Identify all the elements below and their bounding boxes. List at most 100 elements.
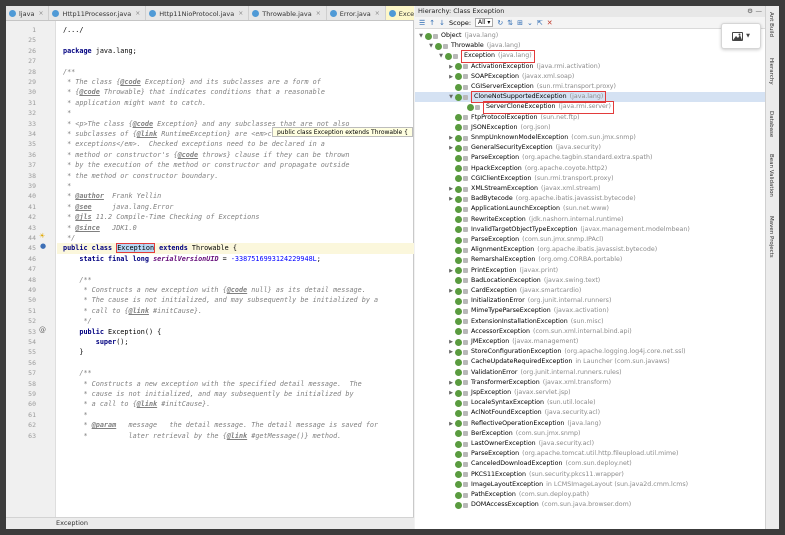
tree-node[interactable]: AlignmentException (org.apache.ibatis.jav… (447, 245, 657, 255)
tree-node[interactable]: ▼ Exception (java.lang) (437, 50, 535, 63)
code-editor[interactable]: ljava × Http11Processor.java × Http11NioProt… (6, 6, 414, 529)
tree-node[interactable]: ParseException (org.apache.tomcat.util.ht… (447, 449, 678, 459)
tree-node[interactable]: LocaleSyntaxException (sun.util.locale) (447, 398, 596, 408)
chevron-right-icon[interactable]: ▶ (447, 62, 455, 72)
side-tab-ant-build[interactable]: Ant Build (768, 12, 774, 37)
chevron-down-icon[interactable]: ▼ (417, 31, 425, 41)
tree-node[interactable]: ▼ Object (java.lang) (417, 31, 498, 41)
chevron-right-icon[interactable]: ▶ (447, 286, 455, 296)
tree-node[interactable]: MimeTypeParseException (javax.activation) (447, 306, 609, 316)
chevron-right-icon[interactable]: ▶ (447, 347, 455, 357)
chevron-right-icon[interactable]: ▶ (447, 378, 455, 388)
tree-node[interactable]: ▶ XMLStreamException (javax.xml.stream) (447, 184, 601, 194)
tree-node[interactable]: ▶ ActivationException (java.rmi.activation… (447, 62, 600, 72)
tree-node[interactable]: ▶ CardException (javax.smartcardio) (447, 286, 581, 296)
tree-node[interactable]: InvalidTargetObjectTypeException (javax.m… (447, 225, 690, 235)
chevron-right-icon[interactable]: ▶ (447, 266, 455, 276)
tree-node[interactable]: ▶ SnmpUnknownModelException (com.sun.jmx.s… (447, 133, 636, 143)
tree-node[interactable]: RemarshalException (org.omg.CORBA.portabl… (447, 255, 622, 265)
chevron-right-icon[interactable]: ▶ (447, 184, 455, 194)
chevron-right-icon[interactable]: ▶ (447, 143, 455, 153)
hierarchy-tree[interactable]: ▼ Object (java.lang) ▼ Throwable (java.lang) ▼… (415, 30, 765, 529)
tree-node[interactable]: BadLocationException (javax.swing.text) (447, 276, 600, 286)
annotation-marker-icon[interactable]: @ (39, 326, 46, 334)
side-tab-database[interactable]: Database (768, 111, 774, 137)
tree-node[interactable]: ▶ GeneralSecurityException (java.security) (447, 143, 601, 153)
close-tab-icon[interactable]: × (316, 10, 321, 17)
subtypes-icon[interactable]: ↓ (439, 19, 445, 27)
tree-node[interactable]: LastOwnerException (java.security.acl) (447, 439, 594, 449)
chevron-right-icon[interactable]: ▶ (447, 133, 455, 143)
tree-node[interactable]: AclNotFoundException (java.security.acl) (447, 408, 600, 418)
tree-node[interactable]: PKCS11Exception (sun.security.pkcs11.wrap… (447, 470, 624, 480)
close-tab-icon[interactable]: × (238, 10, 243, 17)
tree-node[interactable]: HpackException (org.apache.coyote.http2) (447, 164, 607, 174)
tree-node[interactable]: ImageLayoutException in LCMSImageLayout (… (447, 480, 688, 490)
chevron-right-icon[interactable]: ▶ (447, 72, 455, 82)
code-area[interactable]: /.../ package java.lang; /** * The class {… (57, 21, 414, 517)
tree-node[interactable]: ServerCloneException (java.rmi.server) (459, 101, 614, 114)
chevron-right-icon[interactable]: ▶ (447, 419, 455, 429)
tab-5[interactable]: Exception.java× (385, 6, 414, 20)
tree-node[interactable]: ▶ BadBytecode (org.apache.ibatis.javassist… (447, 194, 636, 204)
tab-4[interactable]: Error.java × (327, 6, 386, 20)
class-icon (425, 32, 432, 40)
tree-node[interactable]: ParseException (com.sun.jmx.snmp.IPAcl) (447, 235, 603, 245)
tree-node[interactable]: ▶ JspException (javax.servlet.jsp) (447, 388, 571, 398)
tree-node[interactable]: AccessorException (com.sun.xml.internal.b… (447, 327, 632, 337)
close-tab-icon[interactable]: × (375, 10, 380, 17)
tree-node[interactable]: CGIClientException (sun.rmi.transport.pro… (447, 174, 614, 184)
tree-node[interactable]: CanceledDownloadException (com.sun.deploy… (447, 459, 632, 469)
export-icon[interactable]: ⇱ (537, 19, 543, 27)
tree-node[interactable]: ▶ ReflectiveOperationException (java.lang) (447, 419, 601, 429)
tree-node[interactable]: JSONException (org.json) (447, 123, 551, 133)
close-icon[interactable]: ✕ (547, 19, 553, 27)
tree-node[interactable]: ExtensionInstallationException (sun.misc) (447, 317, 604, 327)
chevron-down-icon[interactable]: ▼ (447, 92, 455, 102)
tab-1[interactable]: Http11Processor.java × (49, 6, 147, 20)
sort-alpha-icon[interactable]: ⇅ (507, 19, 513, 27)
tree-node[interactable]: ▶ TransformerException (javax.xml.transfor… (447, 378, 611, 388)
tree-node-text: BadLocationException (javax.swing.text) (471, 276, 600, 286)
intention-bulb-icon[interactable]: ☀ (39, 232, 45, 240)
tree-node[interactable]: RewriteException (jdk.nashorn.internal.ru… (447, 215, 624, 225)
pin-icon[interactable]: ⌄ (527, 19, 533, 27)
tree-node[interactable]: DOMAccessException (com.sun.java.browser.… (447, 500, 631, 510)
breadcrumb[interactable]: Exception (6, 517, 414, 529)
side-tab-maven-projects[interactable]: Maven Projects (768, 216, 774, 258)
type-hierarchy-icon[interactable]: ☰ (419, 19, 425, 27)
chevron-right-icon[interactable]: ▶ (447, 388, 455, 398)
gear-icon[interactable]: ⚙ (747, 6, 753, 17)
chevron-right-icon[interactable]: ▶ (447, 337, 455, 347)
tree-node[interactable]: ▶ SOAPException (javax.xml.soap) (447, 72, 574, 82)
tree-node[interactable]: PathException (com.sun.deploy.path) (447, 490, 589, 500)
tree-node[interactable]: ▶ JMException (javax.management) (447, 337, 578, 347)
tree-node[interactable]: CacheUpdateRequiredException in Launcher … (447, 357, 670, 367)
close-tab-icon[interactable]: × (135, 10, 140, 17)
tab-2[interactable]: Http11NioProtocol.java × (146, 6, 250, 20)
tab-3[interactable]: Throwable.java × (249, 6, 327, 20)
chevron-down-icon[interactable]: ▼ (437, 51, 445, 61)
tree-node[interactable]: ▶ StoreConfigurationException (org.apache.… (447, 347, 686, 357)
scope-dropdown[interactable]: All ▾ (475, 18, 494, 27)
override-marker-icon[interactable]: ● (40, 242, 46, 250)
tree-node[interactable]: InitializationError (org.junit.internal.r… (447, 296, 611, 306)
chevron-right-icon[interactable]: ▶ (447, 194, 455, 204)
image-widget[interactable]: ▼ (721, 23, 761, 49)
side-tab-bean-validation[interactable]: Bean Validation (768, 154, 774, 197)
refresh-icon[interactable]: ↻ (497, 19, 503, 27)
class-icon (445, 52, 452, 60)
tree-node[interactable]: ▶ PrintException (javax.print) (447, 266, 558, 276)
tree-node[interactable]: ParseException (org.apache.tagbin.standar… (447, 153, 652, 163)
close-tab-icon[interactable]: × (38, 10, 43, 17)
side-tab-hierarchy[interactable]: Hierarchy (768, 58, 774, 85)
supertypes-icon[interactable]: ↑ (429, 19, 435, 27)
tree-node[interactable]: ValidationError (org.junit.internal.runne… (447, 368, 622, 378)
tab-0[interactable]: ljava × (6, 6, 50, 20)
tree-node[interactable]: ApplicationLaunchException (sun.net.www) (447, 204, 609, 214)
minimize-icon[interactable]: — (756, 6, 763, 17)
tree-node[interactable]: BerException (com.sun.jmx.snmp) (447, 429, 580, 439)
tree-node[interactable]: FtpProtocolException (sun.net.ftp) (447, 113, 580, 123)
chevron-down-icon[interactable]: ▼ (427, 41, 435, 51)
expand-all-icon[interactable]: ⊞ (517, 19, 523, 27)
